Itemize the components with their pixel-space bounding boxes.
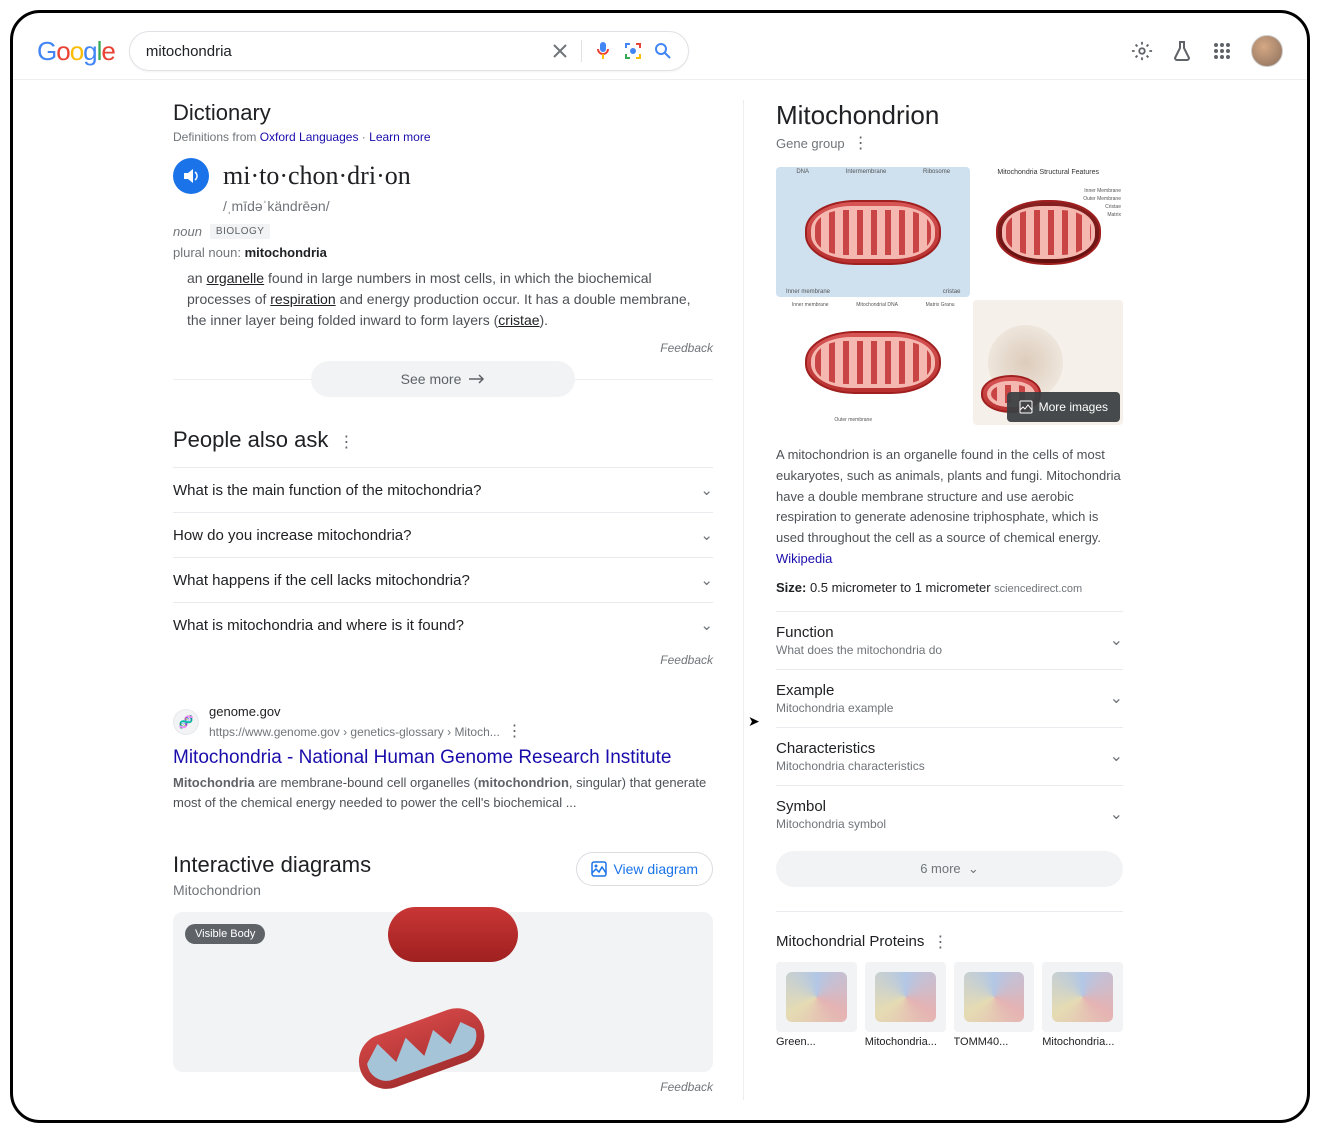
- image-icon: [591, 861, 607, 877]
- result-breadcrumb: https://www.genome.gov › genetics-glossa…: [209, 725, 500, 739]
- paa-menu-icon[interactable]: ⋮: [338, 432, 354, 452]
- result-domain: genome.gov: [209, 703, 522, 721]
- result-menu-icon[interactable]: ⋮: [506, 723, 522, 740]
- account-avatar[interactable]: [1251, 35, 1283, 67]
- part-of-speech: noun: [173, 224, 202, 239]
- learn-more-link[interactable]: Learn more: [369, 130, 430, 144]
- result-favicon: 🧬: [173, 709, 199, 735]
- kp-size-attribute: Size: 0.5 micrometer to 1 micrometer sci…: [776, 580, 1123, 595]
- kp-expandable[interactable]: CharacteristicsMitochondria characterist…: [776, 727, 1123, 785]
- kp-more-button[interactable]: 6 more ⌄: [776, 851, 1123, 887]
- cursor-icon: ➤: [748, 713, 760, 730]
- headword: mi·to·chon·dri·on: [223, 161, 411, 191]
- divider: [581, 40, 582, 62]
- search-result: 🧬 genome.gov https://www.genome.gov › ge…: [173, 703, 713, 812]
- paa-item[interactable]: What is mitochondria and where is it fou…: [173, 602, 713, 647]
- protein-card[interactable]: Green...: [776, 962, 857, 1048]
- kp-title: Mitochondrion: [776, 100, 1123, 131]
- kp-subtitle: Gene group: [776, 136, 845, 151]
- apps-grid-icon[interactable]: [1211, 40, 1233, 62]
- kp-image[interactable]: DNAIntermembraneRibosome Inner membrane …: [776, 167, 970, 297]
- chevron-down-icon: ⌄: [1110, 688, 1123, 708]
- protein-card[interactable]: Mitochondria...: [865, 962, 946, 1048]
- dictionary-feedback-link[interactable]: Feedback: [173, 341, 713, 355]
- attr-prefix: Definitions from: [173, 130, 260, 144]
- view-diagram-label: View diagram: [613, 861, 698, 877]
- search-box[interactable]: [129, 31, 689, 71]
- kp-image-grid: DNAIntermembraneRibosome Inner membrane …: [776, 167, 1123, 425]
- main-column: Dictionary Definitions from Oxford Langu…: [173, 100, 713, 1100]
- settings-gear-icon[interactable]: [1131, 40, 1153, 62]
- kp-menu-icon[interactable]: ⋮: [853, 133, 869, 153]
- view-diagram-button[interactable]: View diagram: [576, 852, 713, 886]
- plural-note: plural noun: mitochondria: [173, 245, 713, 260]
- proteins-menu-icon[interactable]: ⋮: [932, 932, 948, 952]
- see-more-label: See more: [401, 371, 462, 387]
- kp-description: A mitochondrion is an organelle found in…: [776, 445, 1123, 570]
- protein-card[interactable]: Mitochondria...: [1042, 962, 1123, 1048]
- more-images-label: More images: [1039, 400, 1108, 414]
- see-more-button[interactable]: See more: [311, 361, 576, 397]
- interactive-subtitle: Mitochondrion: [173, 882, 371, 898]
- definition-text: an organelle found in large numbers in m…: [187, 268, 713, 331]
- visible-body-badge: Visible Body: [185, 924, 265, 944]
- oxford-link[interactable]: Oxford Languages: [260, 130, 359, 144]
- proteins-heading: Mitochondrial Proteins: [776, 933, 924, 950]
- clear-icon[interactable]: [551, 42, 569, 60]
- voice-search-icon[interactable]: [594, 42, 612, 60]
- chevron-down-icon: ⌄: [700, 571, 713, 589]
- dictionary-attribution: Definitions from Oxford Languages · Lear…: [173, 130, 713, 144]
- mito-illustration: [388, 907, 518, 962]
- result-title-link[interactable]: Mitochondria - National Human Genome Res…: [173, 747, 713, 769]
- chevron-down-icon: ⌄: [700, 616, 713, 634]
- kp-image[interactable]: Mitochondria Structural Features Inner M…: [973, 167, 1123, 297]
- wikipedia-link[interactable]: Wikipedia: [776, 551, 832, 566]
- interactive-heading: Interactive diagrams: [173, 852, 371, 878]
- field-badge: BIOLOGY: [210, 224, 271, 239]
- chevron-down-icon: ⌄: [1110, 804, 1123, 824]
- pronounce-button[interactable]: [173, 158, 209, 194]
- result-snippet: Mitochondria are membrane-bound cell org…: [173, 773, 713, 812]
- paa-item[interactable]: What happens if the cell lacks mitochond…: [173, 557, 713, 602]
- header: Google: [13, 13, 1307, 80]
- kp-expandable[interactable]: FunctionWhat does the mitochondria do⌄: [776, 611, 1123, 669]
- organelle-link[interactable]: organelle: [206, 270, 264, 286]
- lens-search-icon[interactable]: [624, 42, 642, 60]
- more-images-button[interactable]: More images: [1007, 392, 1120, 422]
- dictionary-heading: Dictionary: [173, 100, 713, 126]
- paa-item[interactable]: How do you increase mitochondria?⌄: [173, 512, 713, 557]
- knowledge-panel: Mitochondrion Gene group ⋮ DNAIntermembr…: [743, 100, 1123, 1100]
- chevron-down-icon: ⌄: [1110, 630, 1123, 650]
- protein-card[interactable]: TOMM40...: [954, 962, 1035, 1048]
- paa-item[interactable]: What is the main function of the mitocho…: [173, 467, 713, 512]
- search-input[interactable]: [146, 43, 539, 60]
- diagram-preview[interactable]: Visible Body: [173, 912, 713, 1072]
- cristae-link[interactable]: cristae: [498, 312, 539, 328]
- paa-heading: People also ask: [173, 427, 328, 453]
- paa-feedback-link[interactable]: Feedback: [173, 653, 713, 667]
- chevron-down-icon: ⌄: [700, 481, 713, 499]
- arrow-right-icon: [469, 373, 485, 385]
- respiration-link[interactable]: respiration: [270, 291, 335, 307]
- kp-expandable[interactable]: SymbolMitochondria symbol⌄: [776, 785, 1123, 843]
- search-icon[interactable]: [654, 42, 672, 60]
- chevron-down-icon: ⌄: [1110, 746, 1123, 766]
- google-logo[interactable]: Google: [37, 36, 115, 67]
- chevron-down-icon: ⌄: [700, 526, 713, 544]
- phonetic: /ˌmīdəˈkändrēən/: [223, 198, 713, 214]
- kp-image[interactable]: Inner membraneMitochondrial DNAMatrix Gr…: [776, 300, 970, 425]
- kp-expandable[interactable]: ExampleMitochondria example⌄: [776, 669, 1123, 727]
- labs-flask-icon[interactable]: [1171, 40, 1193, 62]
- images-icon: [1019, 400, 1033, 414]
- interactive-feedback-link[interactable]: Feedback: [173, 1080, 713, 1094]
